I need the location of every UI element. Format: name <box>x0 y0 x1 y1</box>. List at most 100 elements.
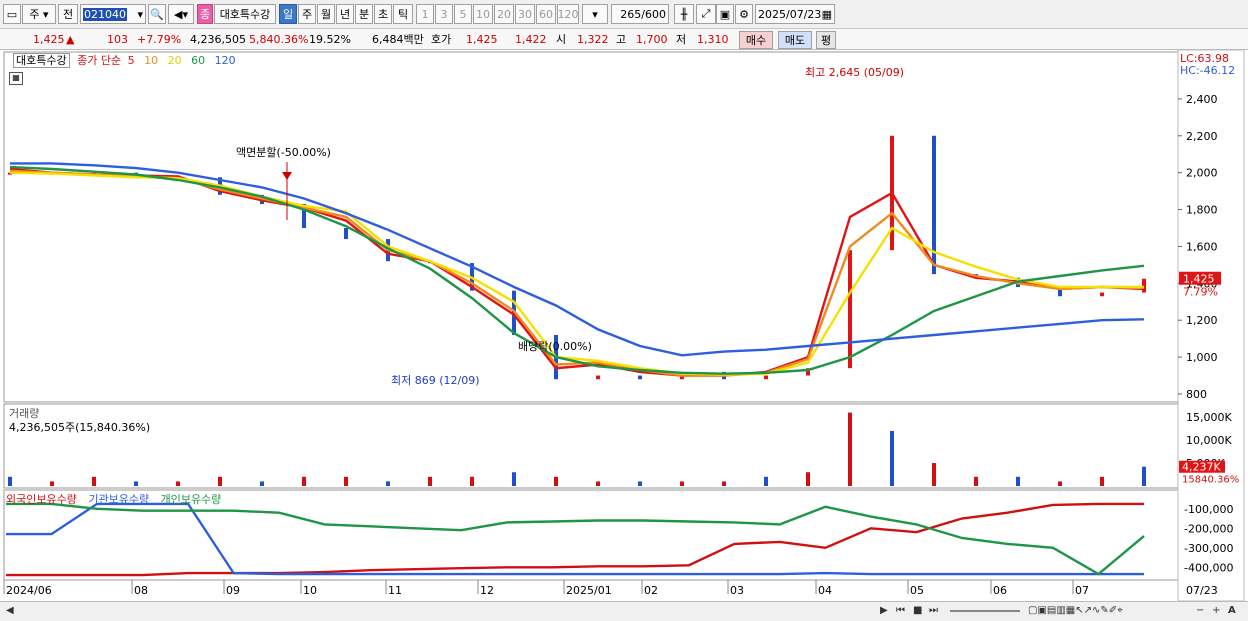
volume-bar <box>722 481 726 486</box>
volume-bar <box>638 481 642 486</box>
interval-5[interactable]: 5 <box>454 4 472 24</box>
scroll-right-icon[interactable]: ▶ <box>880 604 888 618</box>
volume-bar <box>218 476 222 486</box>
price-tick-label: 1,000 <box>1186 351 1218 364</box>
high-price: 1,700 <box>636 33 668 46</box>
volume-panel-frame <box>3 403 1179 489</box>
annot-low: 최저 869 (12/09) <box>391 374 480 387</box>
count-field[interactable]: 265/600 <box>611 4 669 24</box>
layout-icons[interactable]: ▢▣▤▥▦↖↗∿✎✐⌖ <box>1028 604 1123 618</box>
amount-value: 6,484백만 <box>372 33 424 46</box>
prev-button[interactable]: 전 <box>58 4 78 24</box>
x-axis-label: 2024/06 <box>6 584 52 597</box>
tab-period-year[interactable]: 년 <box>336 4 354 24</box>
volume-bar <box>134 481 138 486</box>
volume-bar <box>386 481 390 486</box>
legend-individual: 개인보유수량 <box>160 493 222 506</box>
volume-bar <box>932 463 936 486</box>
crosshair-icon[interactable]: ⤢ <box>696 4 716 24</box>
change-value: 103 <box>107 33 128 46</box>
name-badge: 종 <box>197 4 213 24</box>
code-value: 021040 <box>83 7 127 21</box>
stock-name[interactable]: 대호특수강 <box>214 4 276 24</box>
legend-institution: 기관보유수량 <box>88 493 150 506</box>
gear-icon[interactable]: ⚙ <box>735 4 753 24</box>
tab-period-minute[interactable]: 분 <box>355 4 373 24</box>
market-select[interactable]: 주 ▾ <box>22 4 56 24</box>
x-axis-label: 11 <box>388 584 402 597</box>
legend-ma-label: 종가 단순 <box>77 54 122 67</box>
volume-current-label: 4,237K <box>1182 461 1221 474</box>
chart-type-icon[interactable]: ▭ <box>3 4 21 24</box>
interval-30[interactable]: 30 <box>515 4 535 24</box>
tab-period-second[interactable]: 초 <box>374 4 392 24</box>
legend-ma-120: 120 <box>214 54 236 67</box>
legend-stock-name[interactable]: 대호특수강 <box>13 53 70 68</box>
sell-button[interactable]: 매도 <box>778 31 812 49</box>
interval-20[interactable]: 20 <box>494 4 514 24</box>
price-tick-label: 1,800 <box>1186 204 1218 217</box>
bottom-bar: ◀ ▶ ⏮ ■ ⏭ ▢▣▤▥▦↖↗∿✎✐⌖ − + A <box>0 601 1248 621</box>
stock-chart[interactable]: 2,4002,2002,0001,8001,6001,4001,2001,000… <box>0 50 1248 601</box>
legend-ma-20: 20 <box>167 54 182 67</box>
tab-period-month[interactable]: 월 <box>317 4 335 24</box>
candle <box>638 375 642 380</box>
buy-button[interactable]: 매수 <box>739 31 773 49</box>
volume-bar <box>1100 476 1104 486</box>
save-icon[interactable]: ▣ <box>716 4 734 24</box>
current-price: 1,425 <box>33 33 65 46</box>
chevron-down-icon: ▾ <box>137 7 143 21</box>
tab-period-week[interactable]: 주 <box>298 4 316 24</box>
speaker-icon[interactable]: ◀▾ <box>168 4 194 24</box>
zoom-slider[interactable] <box>950 610 1020 612</box>
count-total: /600 <box>641 7 666 21</box>
volume-bar <box>512 472 516 486</box>
date-field[interactable]: 2025/07/23 ▦ <box>755 4 835 24</box>
hc-value: HC:-46.12 <box>1180 64 1236 77</box>
candle-icon[interactable]: ╫ <box>674 4 694 24</box>
chevron-down-icon[interactable]: ▾ <box>582 4 608 24</box>
x-axis-label: 04 <box>818 584 832 597</box>
holdings-legend: 외국인보유수량 기관보유수량 개인보유수량 <box>6 491 221 507</box>
interval-60[interactable]: 60 <box>536 4 556 24</box>
tab-period-tick[interactable]: 틱 <box>393 4 413 24</box>
date-value: 2025/07/23 <box>758 7 822 21</box>
ask-price: 1,425 <box>466 33 498 46</box>
last-icon[interactable]: ⏭ <box>929 604 938 618</box>
volume-tick-label: 10,000K <box>1186 434 1232 447</box>
scroll-left-icon[interactable]: ◀ <box>6 604 14 618</box>
candle <box>764 375 768 380</box>
volume-bar <box>260 481 264 486</box>
interval-120[interactable]: 120 <box>557 4 579 24</box>
holdings-tick-label: -300,000 <box>1184 542 1233 555</box>
interval-10[interactable]: 10 <box>473 4 493 24</box>
candle <box>1142 278 1146 293</box>
info-bar: 1,425 ▲ 103 +7.79% 4,236,505 5,840.36% 1… <box>0 29 1248 50</box>
tab-period-day[interactable]: 일 <box>279 4 297 24</box>
price-tick-label: 1,600 <box>1186 240 1218 253</box>
holdings-tick-label: -100,000 <box>1184 503 1233 516</box>
interval-3[interactable]: 3 <box>435 4 453 24</box>
search-icon[interactable]: 🔍 <box>148 4 166 24</box>
x-axis-label: 02 <box>644 584 658 597</box>
volume-value: 4,236,505 <box>190 33 246 46</box>
volume-bar <box>470 476 474 486</box>
eval-button[interactable]: 평 <box>816 31 836 49</box>
volume-pct: 5,840.36% <box>249 33 309 46</box>
volume-bar <box>92 476 96 486</box>
code-input[interactable]: 021040 ▾ <box>80 4 146 24</box>
candle <box>1100 292 1104 297</box>
interval-1[interactable]: 1 <box>416 4 434 24</box>
volume-bar <box>890 430 894 486</box>
text-icon[interactable]: A <box>1228 604 1236 618</box>
annot-split: 액면분할(-50.00%) <box>236 146 331 159</box>
zoom-in-icon[interactable]: + <box>1212 604 1220 618</box>
stop-icon[interactable]: ■ <box>913 604 922 618</box>
volume-bar <box>302 476 306 486</box>
zoom-out-icon[interactable]: − <box>1196 604 1204 618</box>
x-axis-label: 2025/01 <box>566 584 612 597</box>
volume-tick-label: 15,000K <box>1186 411 1232 424</box>
first-icon[interactable]: ⏮ <box>896 604 905 618</box>
legend-foreign: 외국인보유수량 <box>6 493 77 506</box>
table-icon[interactable]: ▦ <box>9 72 23 85</box>
